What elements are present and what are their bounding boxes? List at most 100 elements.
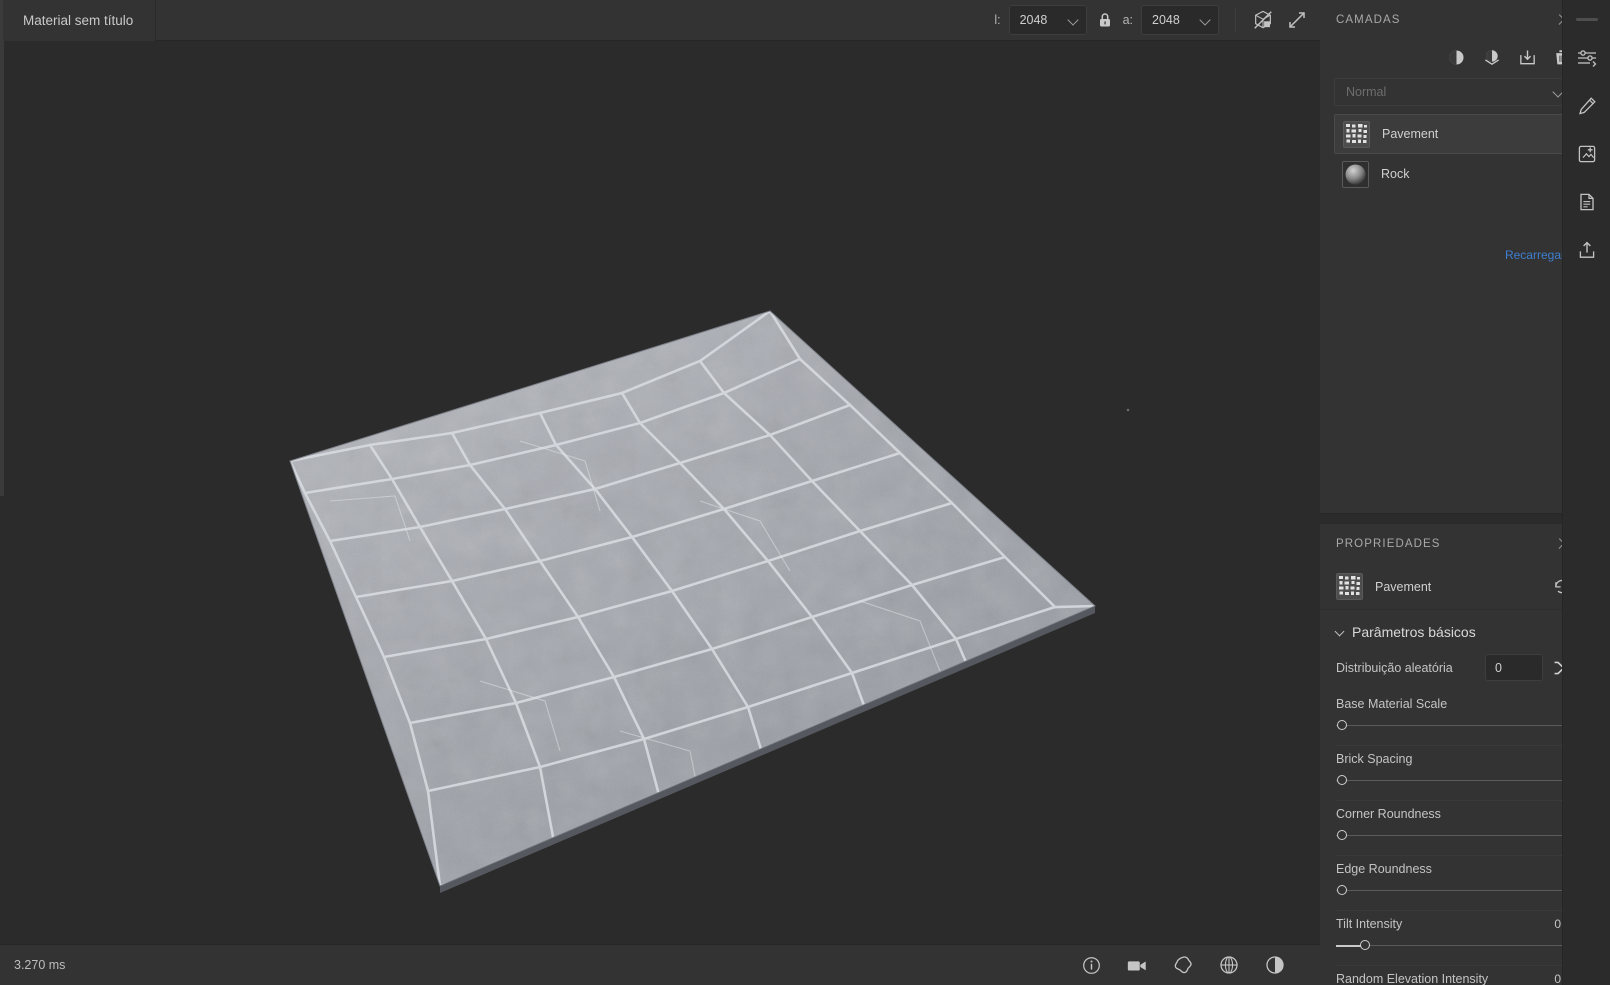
sliders-container: Base Material Scale 1 Brick Spacing 0 — [1320, 691, 1587, 985]
add-fill-layer-icon[interactable] — [1447, 48, 1466, 67]
slider-rail — [1336, 890, 1571, 892]
lock-icon[interactable] — [1097, 11, 1113, 29]
properties-panel: PROPRIEDADES Pavement Parâmetros básicos… — [1320, 524, 1587, 985]
slider-track[interactable] — [1336, 773, 1571, 789]
3d-cube-disabled-icon[interactable] — [1246, 3, 1280, 37]
canvas-size-group: l: 2048 a: 2048 — [994, 5, 1225, 35]
slider-header: Edge Roundness 0 — [1336, 862, 1571, 876]
slider-tilt-intensity: Tilt Intensity 0.1 — [1320, 911, 1587, 966]
expand-arrows-icon[interactable] — [1280, 3, 1314, 37]
properties-panel-header: PROPRIEDADES — [1320, 524, 1587, 564]
viewport-tools — [1074, 948, 1306, 982]
width-select[interactable]: 2048 — [1008, 5, 1087, 35]
pavement-thumbnail — [1343, 120, 1370, 148]
add-stamp-icon[interactable] — [1574, 141, 1600, 167]
slider-track[interactable] — [1336, 718, 1571, 734]
height-value: 2048 — [1152, 13, 1180, 27]
shading-sphere-icon[interactable] — [1258, 948, 1292, 982]
status-bar: 3.270 ms — [0, 944, 1320, 985]
random-seed-label: Distribuição aleatória — [1336, 660, 1453, 675]
app-root: Material sem título l: 2048 a: 2048 3.27… — [0, 0, 1610, 985]
slider-rail — [1336, 780, 1571, 782]
slider-knob[interactable] — [1359, 940, 1370, 950]
basic-parameters-section[interactable]: Parâmetros básicos — [1320, 610, 1587, 650]
layer-list: Pavement Rock — [1320, 112, 1587, 194]
width-label: l: — [994, 13, 1001, 27]
reload-row: Recarregar — [1320, 194, 1587, 264]
slider-knob[interactable] — [1337, 775, 1347, 785]
top-toolbar: Material sem título l: 2048 a: 2048 — [0, 0, 1320, 41]
blend-mode-select[interactable]: Normal — [1334, 78, 1573, 106]
height-select[interactable]: 2048 — [1141, 5, 1219, 35]
slider-header: Tilt Intensity 0.1 — [1336, 917, 1571, 931]
right-icon-rail — [1562, 0, 1610, 985]
slider-header: Base Material Scale 1 — [1336, 697, 1571, 711]
slider-fill — [1336, 945, 1362, 947]
slider-rail — [1336, 835, 1571, 837]
slider-rail — [1336, 945, 1571, 947]
document-edit-icon[interactable] — [1574, 189, 1600, 215]
slider-base-material-scale: Base Material Scale 1 — [1320, 691, 1587, 746]
layers-toolbar — [1320, 40, 1587, 74]
height-label: a: — [1122, 13, 1133, 27]
environment-sphere-icon[interactable] — [1212, 948, 1246, 982]
blend-mode-value: Normal — [1346, 85, 1387, 99]
main-column: Material sem título l: 2048 a: 2048 3.27… — [0, 0, 1320, 985]
slider-header: Corner Roundness 0 — [1336, 807, 1571, 821]
import-layer-icon[interactable] — [1518, 48, 1537, 67]
properties-layer-name: Pavement — [1375, 579, 1432, 594]
layer-item-pavement[interactable]: Pavement — [1334, 114, 1573, 154]
slider-knob[interactable] — [1337, 720, 1347, 730]
layer-item-rock[interactable]: Rock — [1334, 154, 1573, 194]
pavement-thumbnail — [1336, 573, 1363, 600]
width-value: 2048 — [1019, 13, 1048, 27]
properties-panel-title: PROPRIEDADES — [1336, 538, 1441, 550]
add-material-layer-icon[interactable] — [1482, 48, 1502, 67]
rail-drag-handle[interactable] — [1575, 18, 1598, 21]
3d-viewport[interactable] — [0, 41, 1320, 944]
document-tab[interactable]: Material sem título — [0, 0, 157, 41]
export-share-icon[interactable] — [1574, 237, 1600, 263]
sliders-adjust-icon[interactable] — [1574, 45, 1600, 71]
slider-brick-spacing: Brick Spacing 0 — [1320, 746, 1587, 801]
random-seed-input[interactable]: 0 — [1485, 654, 1543, 681]
slider-knob[interactable] — [1337, 885, 1347, 895]
pencil-edit-icon[interactable] — [1574, 93, 1600, 119]
slider-header: Brick Spacing 0 — [1336, 752, 1571, 766]
slider-random-elevation-intensity: Random Elevation Intensity 0.1 — [1320, 966, 1587, 985]
section-title: Parâmetros básicos — [1352, 624, 1476, 640]
rock-sphere-thumbnail — [1342, 160, 1369, 188]
layers-panel-title: CAMADAS — [1336, 14, 1401, 26]
info-icon[interactable] — [1074, 948, 1108, 982]
right-column: CAMADAS Normal Pavement Rock Recarregar … — [1320, 0, 1610, 985]
chevron-down-icon — [1336, 628, 1345, 637]
slider-label: Edge Roundness — [1336, 862, 1432, 876]
slider-label: Random Elevation Intensity — [1336, 972, 1489, 985]
layer-name: Pavement — [1382, 127, 1439, 141]
slider-edge-roundness: Edge Roundness 0 — [1320, 856, 1587, 911]
layers-panel: CAMADAS Normal Pavement Rock Recarregar — [1320, 0, 1587, 514]
slider-track[interactable] — [1336, 938, 1571, 954]
blend-mode-row: Normal — [1320, 74, 1587, 112]
slider-track[interactable] — [1336, 828, 1571, 844]
slider-label: Base Material Scale — [1336, 697, 1448, 711]
slider-knob[interactable] — [1337, 830, 1347, 840]
reload-link[interactable]: Recarregar — [1505, 248, 1565, 262]
slider-header: Random Elevation Intensity 0.1 — [1336, 972, 1571, 985]
render-time-label: 3.270 ms — [14, 958, 66, 972]
document-tab-label: Material sem título — [23, 12, 134, 28]
material-blob-icon[interactable] — [1166, 948, 1200, 982]
chevron-down-icon — [1201, 15, 1211, 25]
layers-panel-header: CAMADAS — [1320, 0, 1587, 40]
slider-track[interactable] — [1336, 883, 1571, 899]
slider-label: Brick Spacing — [1336, 752, 1413, 766]
toolbar-divider — [1235, 8, 1236, 32]
chevron-down-icon — [1069, 15, 1079, 25]
slider-rail — [1336, 725, 1571, 727]
slider-label: Tilt Intensity — [1336, 917, 1403, 931]
random-seed-row: Distribuição aleatória 0 — [1320, 650, 1587, 691]
material-preview-plane — [0, 41, 1320, 944]
random-seed-value: 0 — [1495, 660, 1502, 675]
camera-icon[interactable] — [1120, 948, 1154, 982]
properties-layer-row: Pavement — [1320, 564, 1587, 610]
